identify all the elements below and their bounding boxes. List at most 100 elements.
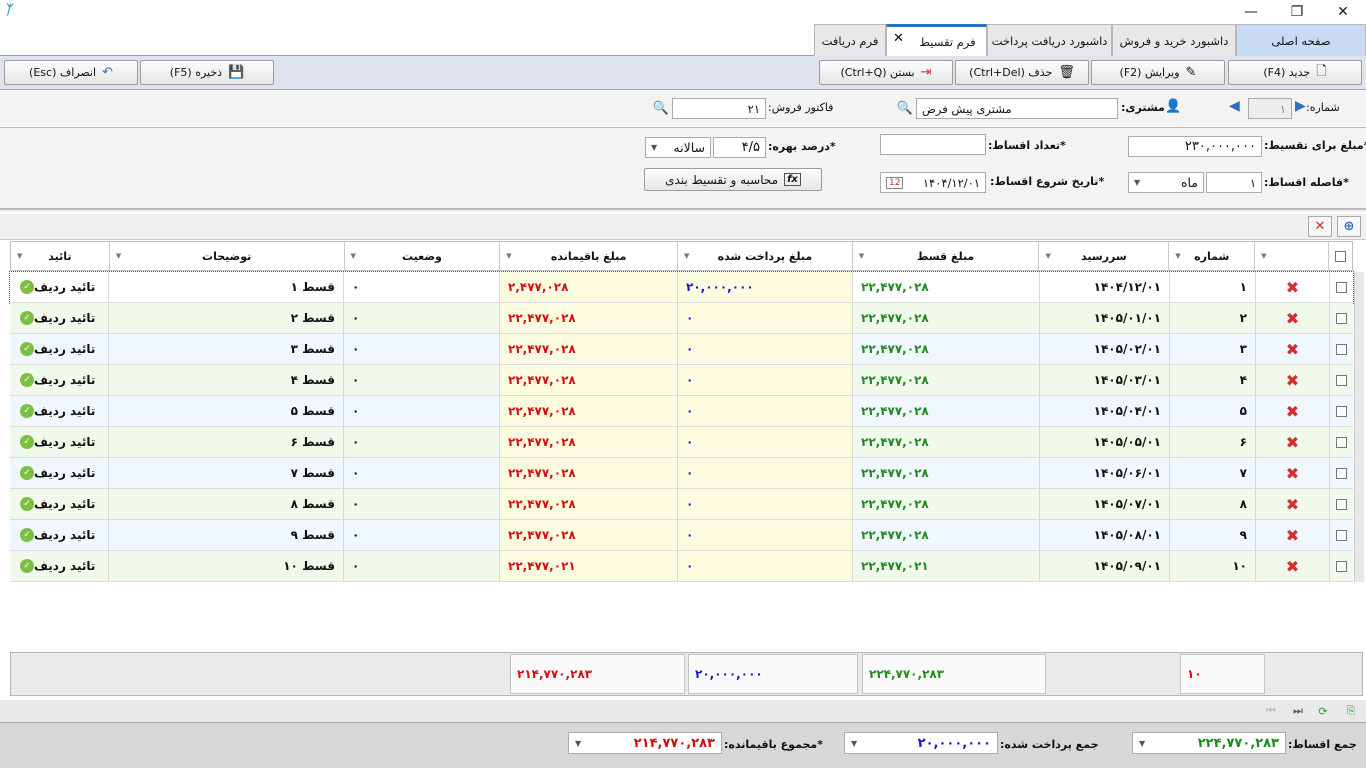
cell-amount[interactable]: ۲۲,۴۷۷,۰۲۸ bbox=[852, 458, 1039, 488]
next-record-icon[interactable]: ▶ bbox=[1295, 98, 1306, 114]
delete-row-icon[interactable]: ✖ bbox=[1286, 526, 1299, 545]
rate-period-select[interactable]: سالانه ▼ bbox=[645, 137, 711, 158]
cell-confirm[interactable]: تائید ردیف ✓ bbox=[10, 489, 108, 519]
cell-paid[interactable]: ۰ bbox=[677, 396, 852, 426]
row-select-cell[interactable] bbox=[1329, 365, 1353, 395]
table-row[interactable]: ✖ ۹ ۱۴۰۵/۰۸/۰۱ ۲۲,۴۷۷,۰۲۸ ۰ ۲۲,۴۷۷,۰۲۸ ۰ قسط ۹ ت… bbox=[10, 520, 1353, 551]
interval-unit-select[interactable]: ماه ▼ bbox=[1128, 172, 1204, 193]
row-checkbox[interactable] bbox=[1336, 374, 1347, 386]
cell-description[interactable]: قسط ۵ bbox=[108, 396, 343, 426]
cell-status[interactable]: ۰ bbox=[343, 303, 499, 333]
confirm-row-label[interactable]: تائید ردیف bbox=[34, 404, 95, 418]
table-row[interactable]: ✖ ۳ ۱۴۰۵/۰۲/۰۱ ۲۲,۴۷۷,۰۲۸ ۰ ۲۲,۴۷۷,۰۲۸ ۰ قسط ۳ ت… bbox=[10, 334, 1353, 365]
row-select-cell[interactable] bbox=[1329, 489, 1353, 519]
cell-number[interactable]: ۲ bbox=[1169, 303, 1255, 333]
delete-row-icon[interactable]: ✖ bbox=[1286, 371, 1299, 390]
cell-due-date[interactable]: ۱۴۰۵/۰۳/۰۱ bbox=[1039, 365, 1169, 395]
row-select-cell[interactable] bbox=[1329, 520, 1353, 550]
row-delete-cell[interactable]: ✖ bbox=[1255, 272, 1329, 302]
row-delete-cell[interactable]: ✖ bbox=[1255, 365, 1329, 395]
cell-description[interactable]: قسط ۳ bbox=[108, 334, 343, 364]
table-row[interactable]: ✖ ۶ ۱۴۰۵/۰۵/۰۱ ۲۲,۴۷۷,۰۲۸ ۰ ۲۲,۴۷۷,۰۲۸ ۰ قسط ۶ ت… bbox=[10, 427, 1353, 458]
column-number[interactable]: شماره ▼ bbox=[1168, 242, 1254, 270]
footer-total-field[interactable]: ▼ ۲۲۴,۷۷۰,۲۸۳ bbox=[1132, 732, 1286, 754]
footer-paid-field[interactable]: ▼ ۲۰,۰۰۰,۰۰۰ bbox=[844, 732, 998, 754]
cell-due-date[interactable]: ۱۴۰۵/۰۹/۰۱ bbox=[1039, 551, 1169, 581]
cell-description[interactable]: قسط ۶ bbox=[108, 427, 343, 457]
footer-remaining-field[interactable]: ▼ ۲۱۴,۷۷۰,۲۸۳ bbox=[568, 732, 722, 754]
new-button[interactable]: 🗋 جدید (F4) bbox=[1228, 60, 1362, 85]
cell-number[interactable]: ۶ bbox=[1169, 427, 1255, 457]
tab-close-icon[interactable]: ✕ bbox=[893, 31, 904, 46]
cell-status[interactable]: ۰ bbox=[343, 458, 499, 488]
delete-button[interactable]: 🗑 حذف (Ctrl+Del) bbox=[955, 60, 1089, 85]
cell-remaining[interactable]: ۲۲,۴۷۷,۰۲۸ bbox=[499, 365, 677, 395]
cell-amount[interactable]: ۲۲,۴۷۷,۰۲۸ bbox=[852, 427, 1039, 457]
cell-status[interactable]: ۰ bbox=[343, 520, 499, 550]
confirm-row-label[interactable]: تائید ردیف bbox=[34, 559, 95, 573]
delete-row-icon[interactable]: ✖ bbox=[1286, 433, 1299, 452]
row-select-cell[interactable] bbox=[1329, 551, 1353, 581]
cell-confirm[interactable]: تائید ردیف ✓ bbox=[10, 458, 108, 488]
start-date-field[interactable]: 12 ۱۴۰۴/۱۲/۰۱ bbox=[880, 172, 986, 193]
cell-confirm[interactable]: تائید ردیف ✓ bbox=[10, 427, 108, 457]
column-description[interactable]: توضیحات ▼ bbox=[108, 242, 344, 270]
row-checkbox[interactable] bbox=[1336, 436, 1347, 448]
first-record-icon[interactable]: ⏮ bbox=[1260, 701, 1282, 721]
cell-number[interactable]: ۹ bbox=[1169, 520, 1255, 550]
cell-confirm[interactable]: تائید ردیف ✓ bbox=[10, 520, 108, 550]
export-excel-icon[interactable]: ⎘ bbox=[1340, 701, 1362, 721]
edit-button[interactable]: ✎ ویرایش (F2) bbox=[1091, 60, 1225, 85]
cell-description[interactable]: قسط ۴ bbox=[108, 365, 343, 395]
cell-paid[interactable]: ۰ bbox=[677, 489, 852, 519]
cell-confirm[interactable]: تائید ردیف ✓ bbox=[10, 303, 108, 333]
confirm-row-label[interactable]: تائید ردیف bbox=[34, 466, 95, 480]
column-remaining[interactable]: مبلغ باقیمانده ▼ bbox=[499, 242, 677, 270]
cell-description[interactable]: قسط ۱ bbox=[108, 272, 343, 302]
confirm-row-label[interactable]: تائید ردیف bbox=[34, 497, 95, 511]
column-due-date[interactable]: سررسید ▼ bbox=[1038, 242, 1168, 270]
column-status[interactable]: وضعیت ▼ bbox=[343, 242, 500, 270]
row-selector-bar[interactable] bbox=[1354, 272, 1364, 582]
delete-row-icon[interactable]: ✖ bbox=[1286, 309, 1299, 328]
tab-home[interactable]: صفحه اصلی bbox=[1236, 24, 1366, 56]
row-delete-cell[interactable]: ✖ bbox=[1255, 334, 1329, 364]
cell-paid[interactable]: ۲۰,۰۰۰,۰۰۰ bbox=[677, 272, 852, 302]
row-select-cell[interactable] bbox=[1329, 396, 1353, 426]
cell-description[interactable]: قسط ۱۰ bbox=[108, 551, 343, 581]
cell-status[interactable]: ۰ bbox=[343, 489, 499, 519]
cell-status[interactable]: ۰ bbox=[343, 334, 499, 364]
customer-field[interactable]: مشتری پیش فرض bbox=[916, 98, 1118, 119]
cell-confirm[interactable]: تائید ردیف ✓ bbox=[10, 272, 108, 302]
cell-paid[interactable]: ۰ bbox=[677, 427, 852, 457]
cell-remaining[interactable]: ۲,۴۷۷,۰۲۸ bbox=[499, 272, 677, 302]
invoice-field[interactable]: ۲۱ bbox=[672, 98, 766, 119]
confirm-row-label[interactable]: تائید ردیف bbox=[34, 311, 95, 325]
table-row[interactable]: ✖ ۲ ۱۴۰۵/۰۱/۰۱ ۲۲,۴۷۷,۰۲۸ ۰ ۲۲,۴۷۷,۰۲۸ ۰ قسط ۲ ت… bbox=[10, 303, 1353, 334]
cell-status[interactable]: ۰ bbox=[343, 365, 499, 395]
cell-remaining[interactable]: ۲۲,۴۷۷,۰۲۸ bbox=[499, 458, 677, 488]
row-delete-cell[interactable]: ✖ bbox=[1255, 303, 1329, 333]
select-all-checkbox[interactable] bbox=[1335, 250, 1347, 262]
row-delete-cell[interactable]: ✖ bbox=[1255, 551, 1329, 581]
cell-remaining[interactable]: ۲۲,۴۷۷,۰۲۸ bbox=[499, 396, 677, 426]
row-delete-cell[interactable]: ✖ bbox=[1255, 396, 1329, 426]
tab-payments-dashboard[interactable]: داشبورد دریافت پرداخت bbox=[987, 24, 1112, 56]
delete-row-icon[interactable]: ✖ bbox=[1286, 557, 1299, 576]
cell-paid[interactable]: ۰ bbox=[677, 520, 852, 550]
table-row[interactable]: ✖ ۷ ۱۴۰۵/۰۶/۰۱ ۲۲,۴۷۷,۰۲۸ ۰ ۲۲,۴۷۷,۰۲۸ ۰ قسط ۷ ت… bbox=[10, 458, 1353, 489]
cell-due-date[interactable]: ۱۴۰۵/۰۶/۰۱ bbox=[1039, 458, 1169, 488]
cell-amount[interactable]: ۲۲,۴۷۷,۰۲۸ bbox=[852, 303, 1039, 333]
confirm-row-label[interactable]: تائید ردیف bbox=[34, 342, 95, 356]
delete-row-icon[interactable]: ✖ bbox=[1286, 402, 1299, 421]
cell-number[interactable]: ۴ bbox=[1169, 365, 1255, 395]
column-confirm[interactable]: تائید ▼ bbox=[11, 242, 109, 270]
cell-paid[interactable]: ۰ bbox=[677, 334, 852, 364]
cell-amount[interactable]: ۲۲,۴۷۷,۰۲۸ bbox=[852, 489, 1039, 519]
amount-field[interactable]: ۲۳۰,۰۰۰,۰۰۰ bbox=[1128, 136, 1262, 157]
tab-buy-sell-dashboard[interactable]: داشبورد خرید و فروش bbox=[1112, 24, 1236, 56]
table-row[interactable]: ✖ ۱ ۱۴۰۴/۱۲/۰۱ ۲۲,۴۷۷,۰۲۸ ۲۰,۰۰۰,۰۰۰ ۲,۴۷۷,۰۲… bbox=[9, 271, 1354, 304]
cell-number[interactable]: ۵ bbox=[1169, 396, 1255, 426]
delete-row-icon[interactable]: ✖ bbox=[1286, 340, 1299, 359]
cell-confirm[interactable]: تائید ردیف ✓ bbox=[10, 365, 108, 395]
